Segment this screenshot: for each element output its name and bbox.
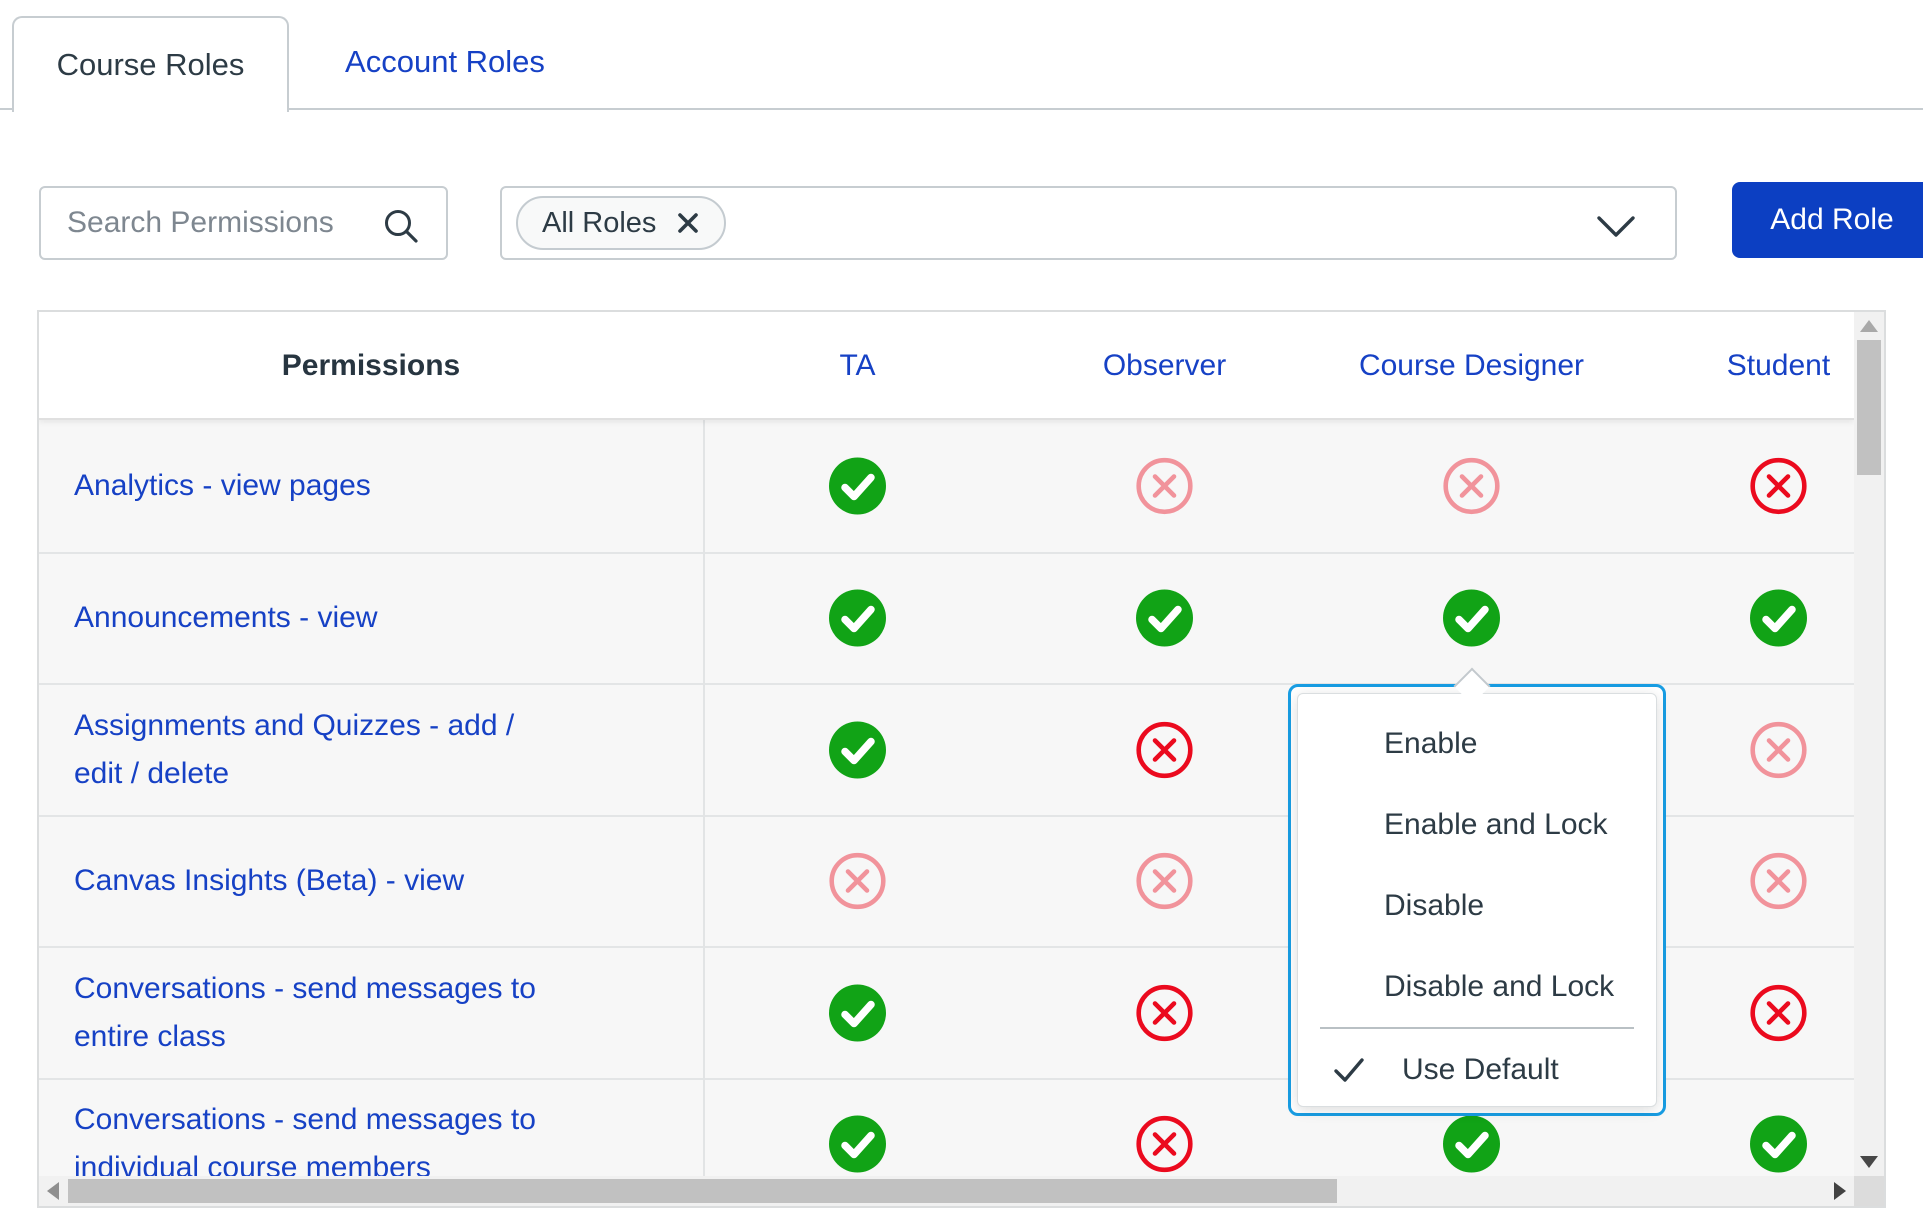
scroll-right-arrow-icon[interactable] [1834, 1182, 1846, 1200]
menu-item-enable[interactable]: Enable [1298, 703, 1656, 784]
enabled-check-icon[interactable] [1750, 590, 1807, 647]
disabled-x-icon[interactable] [1136, 984, 1193, 1041]
menu-item-disable[interactable]: Disable [1298, 865, 1656, 946]
enabled-check-icon[interactable] [1136, 590, 1193, 647]
permission-link[interactable]: Canvas Insights (Beta) - view [74, 857, 544, 905]
role-filter-tag-label: All Roles [542, 207, 656, 240]
permission-link[interactable]: Assignments and Quizzes - add / edit / d… [74, 702, 544, 798]
table-row: Analytics - view pages [39, 420, 1854, 552]
search-permissions-field [39, 186, 448, 260]
vertical-scrollbar[interactable] [1854, 312, 1884, 1176]
chevron-down-icon[interactable] [1595, 214, 1637, 245]
enabled-check-icon[interactable] [1443, 590, 1500, 647]
menu-item-disable-and-lock[interactable]: Disable and Lock [1298, 946, 1656, 1027]
table-row: Announcements - view [39, 552, 1854, 684]
role-column-header-course-designer[interactable]: Course Designer [1318, 312, 1625, 420]
role-filter-tag[interactable]: All Roles [516, 196, 726, 250]
disabled-x-icon[interactable] [829, 853, 886, 910]
table-header: Permissions TAObserverCourse DesignerStu… [39, 312, 1854, 420]
selected-check-icon [1332, 1056, 1366, 1084]
vertical-scrollbar-thumb[interactable] [1857, 340, 1881, 475]
disabled-x-icon[interactable] [1750, 457, 1807, 514]
column-divider [703, 312, 705, 1176]
role-column-header-student[interactable]: Student [1625, 312, 1854, 420]
permissions-column-header: Permissions [39, 312, 703, 420]
menu-item-enable-and-lock[interactable]: Enable and Lock [1298, 784, 1656, 865]
disabled-x-icon[interactable] [1750, 984, 1807, 1041]
enabled-check-icon[interactable] [829, 1116, 886, 1173]
tab-bar: Course Roles Account Roles [0, 0, 1923, 110]
enabled-check-icon[interactable] [829, 457, 886, 514]
disabled-x-icon[interactable] [1750, 853, 1807, 910]
enabled-check-icon[interactable] [1750, 1116, 1807, 1173]
search-icon[interactable] [382, 207, 420, 250]
role-column-header-ta[interactable]: TA [704, 312, 1011, 420]
disabled-x-icon[interactable] [1136, 1116, 1193, 1173]
permission-link[interactable]: Analytics - view pages [74, 462, 544, 510]
disabled-x-icon[interactable] [1750, 721, 1807, 778]
tab-account-roles-label: Account Roles [345, 44, 545, 80]
scroll-up-arrow-icon[interactable] [1860, 320, 1878, 332]
horizontal-scrollbar-thumb[interactable] [68, 1179, 1337, 1203]
enabled-check-icon[interactable] [829, 590, 886, 647]
disabled-x-icon[interactable] [1443, 457, 1500, 514]
add-role-button[interactable]: Add Role [1732, 182, 1923, 258]
tab-course-roles[interactable]: Course Roles [12, 16, 289, 112]
disabled-x-icon[interactable] [1136, 853, 1193, 910]
disabled-x-icon[interactable] [1136, 457, 1193, 514]
tab-course-roles-label: Course Roles [57, 47, 245, 83]
role-filter-select[interactable]: All Roles [500, 186, 1677, 260]
menu-item-use-default-label: Use Default [1402, 1053, 1559, 1087]
menu-card: EnableEnable and LockDisableDisable and … [1297, 693, 1657, 1107]
role-column-header-observer[interactable]: Observer [1011, 312, 1318, 420]
permission-link[interactable]: Conversations - send messages to entire … [74, 965, 544, 1061]
search-input[interactable] [67, 206, 397, 240]
permission-state-menu: EnableEnable and LockDisableDisable and … [1288, 684, 1666, 1116]
horizontal-scrollbar[interactable] [39, 1176, 1854, 1206]
menu-item-use-default[interactable]: Use Default [1298, 1029, 1656, 1107]
scroll-left-arrow-icon[interactable] [47, 1182, 59, 1200]
scrollbar-corner [1854, 1176, 1884, 1206]
enabled-check-icon[interactable] [829, 984, 886, 1041]
permission-link[interactable]: Announcements - view [74, 594, 544, 642]
remove-tag-icon[interactable] [676, 211, 700, 235]
enabled-check-icon[interactable] [829, 721, 886, 778]
scroll-down-arrow-icon[interactable] [1860, 1156, 1878, 1168]
permission-link[interactable]: Conversations - send messages to individ… [74, 1096, 544, 1176]
tab-account-roles[interactable]: Account Roles [310, 16, 580, 108]
disabled-x-icon[interactable] [1136, 721, 1193, 778]
enabled-check-icon[interactable] [1443, 1116, 1500, 1173]
